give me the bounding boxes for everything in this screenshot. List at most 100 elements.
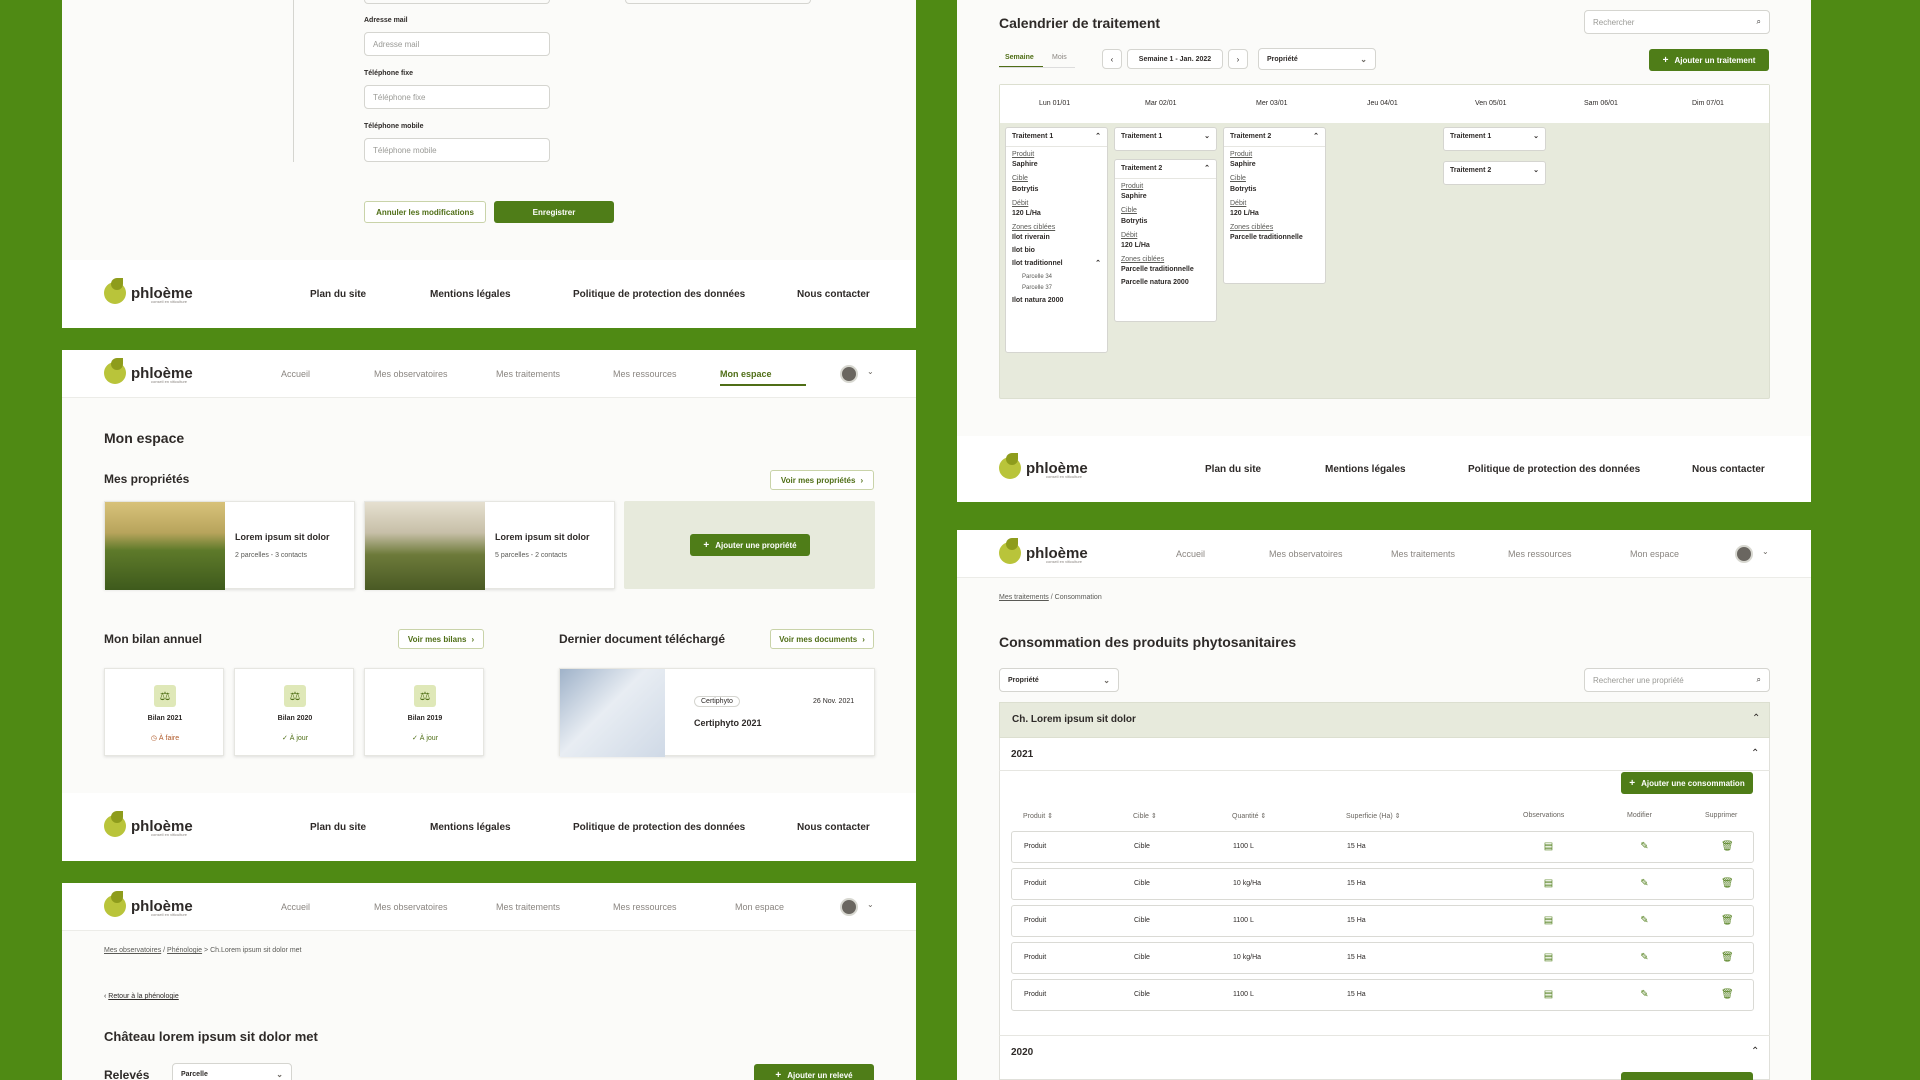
treatment-card[interactable]: Traitement 1 ⌄	[1443, 127, 1546, 151]
back-link[interactable]: ‹ Retour à la phénologie	[104, 993, 179, 1000]
footer-link-contact[interactable]: Nous contacter	[1692, 464, 1765, 475]
clipboard-icon[interactable]: ▤	[1543, 878, 1554, 889]
clipboard-icon[interactable]: ▤	[1543, 915, 1554, 926]
mobile-field[interactable]: Téléphone mobile	[364, 138, 550, 162]
footer-link-contact[interactable]: Nous contacter	[797, 289, 870, 300]
footer-link-privacy[interactable]: Politique de protection des données	[573, 822, 745, 833]
footer-link-sitemap[interactable]: Plan du site	[310, 289, 366, 300]
bilan-card[interactable]: ⚖ Bilan 2021 ◷ À faire	[104, 668, 224, 756]
trash-icon[interactable]: 🗑	[1721, 952, 1734, 963]
zone-item[interactable]: Ilot natura 2000	[1012, 296, 1101, 306]
avatar[interactable]	[1735, 545, 1753, 563]
chevron-down-icon[interactable]: ⌄	[1533, 132, 1539, 142]
save-button[interactable]: Enregistrer	[494, 201, 614, 223]
breadcrumb-link[interactable]: Mes traitements	[999, 594, 1049, 601]
breadcrumb-link[interactable]: Mes observatoires	[104, 947, 161, 954]
chevron-down-icon[interactable]: ⌄	[1762, 547, 1769, 556]
footer-logo[interactable]: phloème conseil en viticulture	[104, 811, 193, 837]
chevron-down-icon[interactable]: ⌄	[1533, 166, 1539, 176]
zone-item[interactable]: Ilot traditionnel ⌃	[1012, 259, 1101, 269]
treatment-card[interactable]: Traitement 2 ⌃ Produit Saphire Cible Botr…	[1223, 127, 1326, 284]
clipboard-icon[interactable]: ▤	[1543, 989, 1554, 1000]
zone-item[interactable]: Ilot bio	[1012, 246, 1101, 256]
header-logo[interactable]: phloème conseil en viticulture	[104, 891, 193, 917]
property-select[interactable]: Propriété ⌄	[1258, 48, 1376, 70]
phone-field[interactable]: Téléphone fixe	[364, 85, 550, 109]
nav-mon-espace[interactable]: Mon espace	[1630, 549, 1679, 559]
footer-link-legal[interactable]: Mentions légales	[1325, 464, 1406, 475]
year-label[interactable]: 2020	[1011, 1047, 1033, 1058]
bilan-card[interactable]: ⚖ Bilan 2019 ✓ À jour	[364, 668, 484, 756]
parcel-item[interactable]: Parcelle 34	[1012, 273, 1101, 282]
header-logo[interactable]: phloème conseil en viticulture	[999, 538, 1088, 564]
breadcrumb-link[interactable]: Phénologie	[167, 947, 202, 954]
nav-observatoires[interactable]: Mes observatoires	[374, 902, 448, 912]
footer-logo[interactable]: phloème conseil en viticulture	[104, 278, 193, 304]
nav-ressources[interactable]: Mes ressources	[613, 369, 677, 379]
treatment-card[interactable]: Traitement 2 ⌄	[1443, 161, 1546, 185]
clipboard-icon[interactable]: ▤	[1543, 841, 1554, 852]
treatment-card[interactable]: Traitement 2 ⌃ Produit Saphire Cible Botr…	[1114, 159, 1217, 322]
nav-accueil[interactable]: Accueil	[281, 369, 310, 379]
see-bilans-button[interactable]: Voir mes bilans ›	[398, 629, 484, 649]
chevron-up-icon[interactable]: ⌃	[1752, 713, 1760, 724]
treatment-card[interactable]: Traitement 1 ⌃ Produit Saphire Cible Botr…	[1005, 127, 1108, 353]
nav-accueil[interactable]: Accueil	[1176, 549, 1205, 559]
footer-link-sitemap[interactable]: Plan du site	[1205, 464, 1261, 475]
header-logo[interactable]: phloème conseil en viticulture	[104, 358, 193, 384]
parcel-select[interactable]: Parcelle ⌄	[172, 1063, 292, 1080]
nav-traitements[interactable]: Mes traitements	[496, 902, 560, 912]
year-label[interactable]: 2021	[1011, 749, 1033, 760]
tab-month[interactable]: Mois	[1052, 54, 1067, 61]
column-header[interactable]: Produit ⇕	[1023, 812, 1053, 820]
footer-link-sitemap[interactable]: Plan du site	[310, 822, 366, 833]
pencil-icon[interactable]: ✎	[1639, 989, 1650, 1000]
nav-ressources[interactable]: Mes ressources	[1508, 549, 1572, 559]
tab-week[interactable]: Semaine	[1005, 54, 1034, 61]
trash-icon[interactable]: 🗑	[1721, 915, 1734, 926]
trash-icon[interactable]: 🗑	[1721, 878, 1734, 889]
see-docs-button[interactable]: Voir mes documents ›	[770, 629, 874, 649]
nav-mon-espace[interactable]: Mon espace	[720, 369, 772, 379]
prev-week-button[interactable]: ‹	[1102, 49, 1122, 69]
bilan-card[interactable]: ⚖ Bilan 2020 ✓ À jour	[234, 668, 354, 756]
footer-link-contact[interactable]: Nous contacter	[797, 822, 870, 833]
pencil-icon[interactable]: ✎	[1639, 841, 1650, 852]
parcel-item[interactable]: Parcelle 37	[1012, 284, 1101, 293]
document-card[interactable]: Certiphyto 26 Nov. 2021 Certiphyto 2021	[559, 668, 875, 757]
zone-item[interactable]: Parcelle traditionnelle	[1230, 233, 1319, 243]
add-consumption-button[interactable]: + Ajouter une consommation	[1621, 772, 1753, 794]
chevron-up-icon[interactable]: ⌃	[1204, 164, 1210, 174]
cancel-button[interactable]: Annuler les modifications	[364, 201, 486, 223]
footer-link-privacy[interactable]: Politique de protection des données	[573, 289, 745, 300]
add-property-button[interactable]: + Ajouter une propriété	[690, 534, 810, 556]
property-group-header[interactable]: Ch. Lorem ipsum sit dolor ⌃	[999, 702, 1770, 738]
nav-mon-espace[interactable]: Mon espace	[735, 902, 784, 912]
zone-item[interactable]: Parcelle traditionnelle	[1121, 265, 1210, 275]
pencil-icon[interactable]: ✎	[1639, 915, 1650, 926]
footer-link-legal[interactable]: Mentions légales	[430, 822, 511, 833]
nav-observatoires[interactable]: Mes observatoires	[374, 369, 448, 379]
trash-icon[interactable]: 🗑	[1721, 841, 1734, 852]
chevron-up-icon[interactable]: ⌃	[1751, 748, 1759, 759]
chevron-up-icon[interactable]: ⌃	[1313, 132, 1319, 142]
chevron-up-icon[interactable]: ⌃	[1095, 132, 1101, 142]
nav-traitements[interactable]: Mes traitements	[496, 369, 560, 379]
chevron-up-icon[interactable]: ⌃	[1751, 1046, 1759, 1057]
chevron-down-icon[interactable]: ⌄	[1204, 132, 1210, 142]
add-releve-button[interactable]: + Ajouter un relevé	[754, 1064, 874, 1080]
add-treatment-button[interactable]: + Ajouter un traitement	[1649, 49, 1769, 71]
nav-observatoires[interactable]: Mes observatoires	[1269, 549, 1343, 559]
footer-logo[interactable]: phloème conseil en viticulture	[999, 453, 1088, 479]
email-field[interactable]: Adresse mail	[364, 32, 550, 56]
nav-traitements[interactable]: Mes traitements	[1391, 549, 1455, 559]
next-week-button[interactable]: ›	[1228, 49, 1248, 69]
add-consumption-button-partial[interactable]	[1621, 1072, 1753, 1080]
column-header[interactable]: Cible ⇕	[1133, 812, 1157, 820]
search-input[interactable]: Rechercher une propriété ⌕	[1584, 668, 1770, 692]
search-input[interactable]: Rechercher ⌕	[1584, 10, 1770, 34]
property-card[interactable]: Lorem ipsum sit dolor 2 parcelles - 3 co…	[104, 501, 355, 590]
see-properties-button[interactable]: Voir mes propriétés ›	[770, 470, 874, 490]
nav-ressources[interactable]: Mes ressources	[613, 902, 677, 912]
pencil-icon[interactable]: ✎	[1639, 952, 1650, 963]
